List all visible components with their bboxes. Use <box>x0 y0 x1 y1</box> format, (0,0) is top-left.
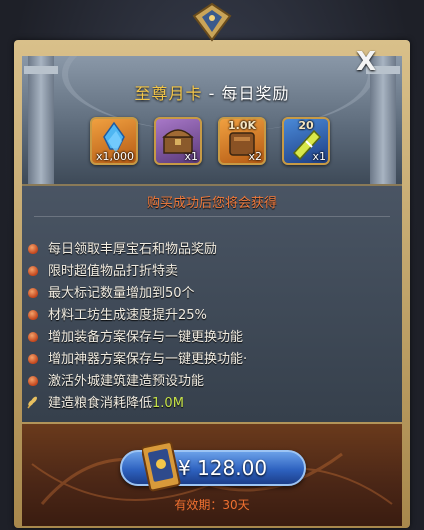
reward-quantity: x1 <box>184 150 198 163</box>
reward-item-speedup[interactable]: 20 x1 <box>282 117 330 165</box>
title-daily-rewards: 每日奖励 <box>221 84 290 103</box>
dialog-title: 至尊月卡 - 每日奖励 <box>134 84 290 103</box>
benefit-item: 建造粮食消耗降低1.0M <box>27 394 184 414</box>
crest-emblem-icon <box>192 2 232 42</box>
benefit-item: 增加神器方案保存与一键更换功能· <box>28 350 247 370</box>
reward-quantity: x2 <box>248 150 262 163</box>
panel-divider <box>22 184 402 186</box>
benefit-item: 增加装备方案保存与一键更换功能 <box>28 328 243 348</box>
reward-badge: 20 <box>298 119 314 132</box>
subtitle-divider <box>34 216 390 217</box>
bullet-icon <box>28 288 38 298</box>
close-button[interactable]: X <box>352 48 380 76</box>
price-label: ¥ 128.00 <box>178 456 268 480</box>
bullet-icon <box>28 310 38 320</box>
title-card-name: 至尊月卡 <box>134 84 203 103</box>
bullet-icon <box>28 376 38 386</box>
reward-quantity: x1 <box>312 150 326 163</box>
bullet-icon <box>28 266 38 276</box>
wheat-icon <box>27 396 37 409</box>
bullet-icon <box>28 332 38 342</box>
benefit-item: 材料工坊生成速度提升25% <box>28 306 207 326</box>
validity-label: 有效期：30天 <box>174 498 250 512</box>
reward-item-chest[interactable]: x1 <box>154 117 202 165</box>
reward-item-gems[interactable]: x1,000 <box>90 117 138 165</box>
bullet-icon <box>28 244 38 254</box>
benefit-item: 限时超值物品打折特卖 <box>28 262 178 282</box>
benefits-subtitle: 购买成功后您将会获得 <box>146 196 277 211</box>
monthly-card-icon <box>142 441 181 492</box>
reward-quantity: x1,000 <box>95 150 134 163</box>
reward-badge: 1.0K <box>227 119 256 132</box>
bullet-icon <box>28 354 38 364</box>
food-reduction-value: 1.0M <box>152 396 184 411</box>
benefit-item: 激活外城建筑建造预设功能 <box>28 372 204 392</box>
benefit-item: 最大标记数量增加到50个 <box>28 284 195 304</box>
benefit-item: 每日领取丰厚宝石和物品奖励 <box>28 240 217 260</box>
reward-items-row: x1,000 x1 1.0K x2 20 x1 <box>0 117 424 171</box>
reward-item-resource-pack[interactable]: 1.0K x2 <box>218 117 266 165</box>
